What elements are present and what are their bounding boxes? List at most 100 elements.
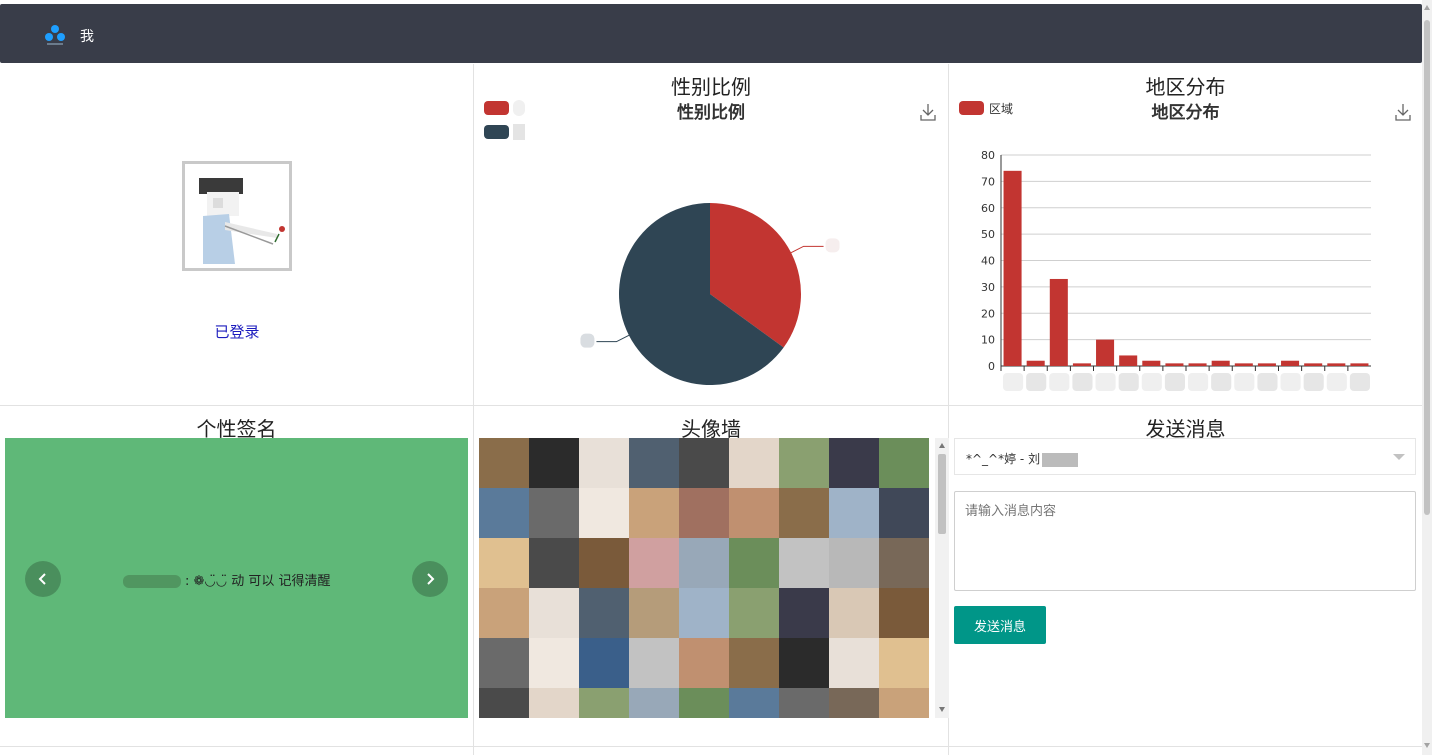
avatar-wall-tile[interactable] — [629, 688, 679, 718]
avatar-wall-tile[interactable] — [879, 638, 929, 688]
bar[interactable] — [1281, 360, 1300, 366]
bar[interactable] — [1026, 360, 1045, 366]
redacted-name — [123, 575, 181, 588]
avatar-wall-tile[interactable] — [629, 538, 679, 588]
avatar-wall-tile[interactable] — [829, 488, 879, 538]
avatar-wall-tile[interactable] — [829, 538, 879, 588]
avatar-wall-tile[interactable] — [579, 438, 629, 488]
carousel-prev-button[interactable] — [25, 561, 61, 597]
avatar-wall-tile[interactable] — [629, 488, 679, 538]
scroll-up-arrow-icon[interactable] — [1424, 5, 1430, 10]
avatar-wall-tile[interactable] — [729, 488, 779, 538]
avatar-wall-tile[interactable] — [479, 488, 529, 538]
avatar-wall-tile[interactable] — [829, 438, 879, 488]
avatar-wall-tile[interactable] — [629, 588, 679, 638]
avatar-wall-tile[interactable] — [529, 688, 579, 718]
y-tick-label: 20 — [981, 307, 995, 320]
bar[interactable] — [1049, 278, 1068, 366]
legend-swatch-series-1[interactable] — [484, 101, 509, 115]
avatar-wall-tile[interactable] — [529, 588, 579, 638]
bar[interactable] — [1096, 339, 1115, 366]
scroll-thumb[interactable] — [938, 454, 946, 534]
avatar-wall-tile[interactable] — [579, 638, 629, 688]
avatar-wall-tile[interactable] — [779, 638, 829, 688]
x-tick-label-redacted — [1234, 373, 1255, 391]
scroll-up-arrow-icon[interactable] — [939, 443, 945, 448]
avatar-wall-tile[interactable] — [729, 538, 779, 588]
carousel-next-button[interactable] — [412, 561, 448, 597]
avatar-wall-tile[interactable] — [579, 538, 629, 588]
download-icon[interactable] — [920, 103, 936, 121]
signature-carousel: : ❁◡̈◡̈ 动 可以 记得清醒 — [5, 438, 468, 718]
bar[interactable] — [1003, 170, 1022, 366]
recipient-select[interactable]: *^_^*婷 - 刘 — [954, 438, 1416, 475]
bar[interactable] — [1327, 363, 1346, 366]
avatar-wall-tile[interactable] — [529, 438, 579, 488]
bar[interactable] — [1072, 363, 1091, 366]
bar[interactable] — [1119, 355, 1138, 366]
avatar-wall-tile[interactable] — [729, 588, 779, 638]
avatar-wall-tile[interactable] — [779, 588, 829, 638]
avatar-wall-tile[interactable] — [729, 438, 779, 488]
avatar-wall-tile[interactable] — [829, 588, 879, 638]
avatar-wall-tile[interactable] — [729, 638, 779, 688]
avatar-wall-tile[interactable] — [679, 688, 729, 718]
x-tick-label-redacted — [1188, 373, 1209, 391]
me-menu-label[interactable]: 我 — [80, 26, 94, 46]
avatar-wall-tile[interactable] — [879, 588, 929, 638]
avatar-wall-tile[interactable] — [479, 438, 529, 488]
avatar-wall-tile[interactable] — [729, 688, 779, 718]
avatar-wall-tile[interactable] — [829, 638, 879, 688]
avatar-wall-tile[interactable] — [879, 438, 929, 488]
bar[interactable] — [1165, 363, 1184, 366]
avatar-wall-tile[interactable] — [779, 438, 829, 488]
avatar-wall-tile[interactable] — [679, 638, 729, 688]
avatar-wall-tile[interactable] — [579, 688, 629, 718]
avatar-wall-tile[interactable] — [879, 488, 929, 538]
logo-icon[interactable] — [44, 24, 66, 48]
legend-swatch-region[interactable] — [959, 101, 984, 115]
avatar-wall-tile[interactable] — [779, 488, 829, 538]
bar[interactable] — [1142, 360, 1161, 366]
avatar-wall-tile[interactable] — [679, 588, 729, 638]
avatar-wall-tile[interactable] — [529, 488, 579, 538]
avatar-wall-tile[interactable] — [879, 688, 929, 718]
avatar-wall-tile[interactable] — [779, 688, 829, 718]
bar[interactable] — [1350, 363, 1369, 366]
message-input[interactable] — [954, 491, 1416, 591]
legend-swatch-series-2[interactable] — [484, 125, 509, 139]
download-icon[interactable] — [1395, 103, 1411, 121]
avatar-wall-scrollbar[interactable] — [935, 438, 949, 718]
avatar-wall-tile[interactable] — [879, 538, 929, 588]
bar[interactable] — [1188, 363, 1207, 366]
send-message-button[interactable]: 发送消息 — [954, 606, 1046, 644]
login-status-link[interactable]: 已登录 — [200, 321, 274, 342]
bar[interactable] — [1257, 363, 1276, 366]
avatar-wall-tile[interactable] — [829, 688, 879, 718]
y-tick-label: 80 — [981, 149, 995, 162]
scroll-down-arrow-icon[interactable] — [1424, 743, 1430, 748]
avatar-wall-tile[interactable] — [779, 538, 829, 588]
avatar-wall-tile[interactable] — [529, 538, 579, 588]
legend-label-region[interactable]: 区域 — [989, 100, 1013, 117]
page-scroll-thumb[interactable] — [1424, 20, 1430, 515]
avatar-wall-tile[interactable] — [479, 688, 529, 718]
avatar-wall-tile[interactable] — [479, 538, 529, 588]
avatar-wall-tile[interactable] — [579, 488, 629, 538]
avatar-wall-tile[interactable] — [479, 638, 529, 688]
page-scrollbar[interactable] — [1422, 0, 1432, 755]
avatar-wall-tile[interactable] — [479, 588, 529, 638]
avatar-wall-tile[interactable] — [679, 488, 729, 538]
avatar-wall-tile[interactable] — [579, 588, 629, 638]
chevron-right-icon — [427, 573, 435, 585]
bar[interactable] — [1211, 360, 1230, 366]
avatar-wall-tile[interactable] — [679, 438, 729, 488]
gender-panel-title: 性别比例 — [671, 75, 751, 99]
avatar-wall-tile[interactable] — [629, 638, 679, 688]
avatar-wall-tile[interactable] — [629, 438, 679, 488]
avatar-wall-tile[interactable] — [679, 538, 729, 588]
avatar-wall-tile[interactable] — [529, 638, 579, 688]
bar[interactable] — [1234, 363, 1253, 366]
bar[interactable] — [1304, 363, 1323, 366]
scroll-down-arrow-icon[interactable] — [939, 707, 945, 712]
